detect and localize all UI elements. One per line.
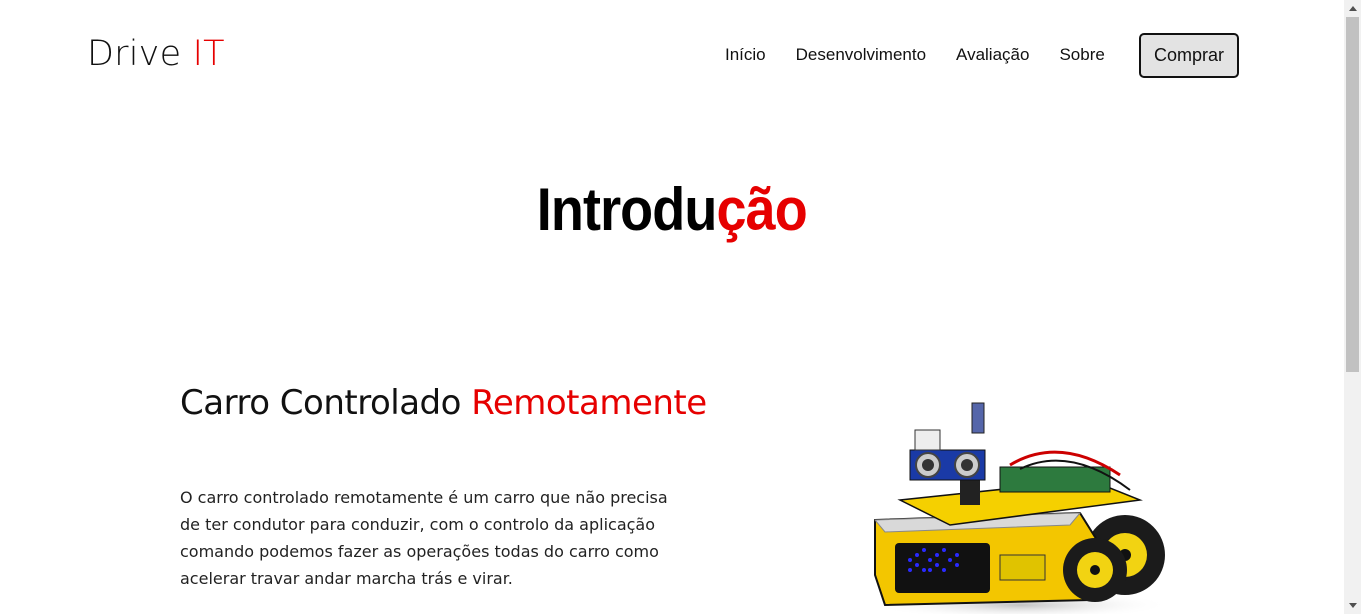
section-description: O carro controlado remotamente é um carr… xyxy=(180,488,668,588)
main-nav: Início Desenvolvimento Avaliação Sobre xyxy=(725,45,1105,65)
scrollbar-thumb[interactable] xyxy=(1346,17,1359,372)
vertical-scrollbar[interactable] xyxy=(1344,0,1361,614)
page-title: Introdução xyxy=(67,175,1277,244)
page-title-accent: ção xyxy=(716,176,807,243)
section-heading: Carro Controlado Remotamente xyxy=(180,383,707,423)
robot-car-image xyxy=(870,402,1170,614)
section-heading-main: Carro Controlado xyxy=(180,383,461,423)
brand-name: Drive xyxy=(87,34,182,74)
scroll-down-arrow-icon[interactable] xyxy=(1344,597,1361,614)
brand-logo[interactable]: Drive IT xyxy=(87,34,225,74)
nav-item-desenvolvimento[interactable]: Desenvolvimento xyxy=(796,45,926,65)
brand-accent: IT xyxy=(192,34,225,74)
scroll-up-arrow-icon[interactable] xyxy=(1344,0,1361,17)
nav-item-inicio[interactable]: Início xyxy=(725,45,766,65)
nav-item-avaliacao[interactable]: Avaliação xyxy=(956,45,1029,65)
page-title-main: Introdu xyxy=(536,176,718,243)
section-heading-accent: Remotamente xyxy=(471,383,707,423)
page: Drive IT Início Desenvolvimento Avaliaçã… xyxy=(0,0,1344,614)
comprar-button[interactable]: Comprar xyxy=(1139,33,1239,78)
nav-item-sobre[interactable]: Sobre xyxy=(1059,45,1104,65)
